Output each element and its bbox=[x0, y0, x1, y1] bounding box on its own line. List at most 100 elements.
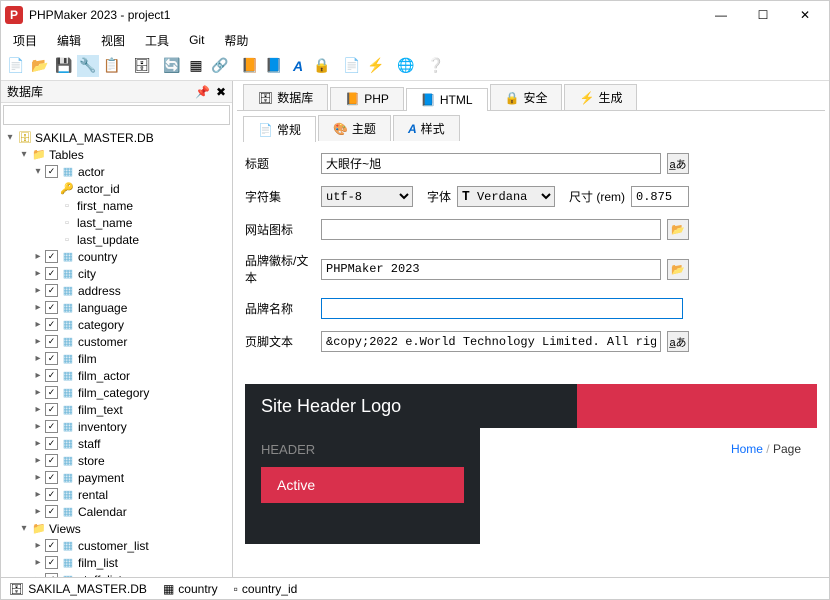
tab-generate[interactable]: ⚡ 生成 bbox=[564, 84, 637, 110]
footer-field[interactable] bbox=[321, 331, 661, 352]
link-icon[interactable]: 🔗 bbox=[209, 55, 231, 77]
menu-edit[interactable]: 编辑 bbox=[49, 30, 89, 51]
php-icon[interactable]: 📙 bbox=[239, 55, 261, 77]
tree-row[interactable]: ▸✓▦Calendar bbox=[1, 503, 232, 520]
titlebar: P PHPMaker 2023 - project1 — ☐ ✕ bbox=[1, 1, 829, 29]
charset-label: 字符集 bbox=[245, 188, 315, 205]
tree-row[interactable]: ▸✓▦film_list bbox=[1, 554, 232, 571]
tree-row[interactable]: ▸✓▦film_category bbox=[1, 384, 232, 401]
footer-translate-button[interactable]: a̲あ bbox=[667, 331, 689, 352]
new-icon[interactable]: 📄 bbox=[5, 55, 27, 77]
tab-database[interactable]: 🗄 数据库 bbox=[243, 84, 328, 110]
menu-project[interactable]: 项目 bbox=[5, 30, 45, 51]
brand-browse-button[interactable]: 📂 bbox=[667, 259, 689, 280]
tree-row[interactable]: ▸✓▦staff bbox=[1, 435, 232, 452]
tree-row[interactable]: ▸✓▦inventory bbox=[1, 418, 232, 435]
toolbar: 📄 📂 💾 🔧 📋 🗄 🔄 ▦ 🔗 📙 📘 A 🔒 📄 ⚡ 🌐 ❔ bbox=[1, 51, 829, 81]
preview-active: Active bbox=[261, 467, 464, 503]
menu-help[interactable]: 帮助 bbox=[216, 30, 256, 51]
preview-page: Page bbox=[773, 442, 801, 456]
favicon-label: 网站图标 bbox=[245, 221, 315, 238]
subtab-style[interactable]: A 样式 bbox=[393, 115, 460, 141]
tree-row[interactable]: ▸✓▦film_text bbox=[1, 401, 232, 418]
footer-label: 页脚文本 bbox=[245, 333, 315, 350]
subtab-general[interactable]: 📄 常规 bbox=[243, 116, 316, 142]
brand-name-field[interactable] bbox=[321, 298, 683, 319]
tree-row[interactable]: ▾📁Tables bbox=[1, 146, 232, 163]
sub-tabs: 📄 常规 🎨 主题 A 样式 bbox=[237, 115, 825, 141]
tree-row[interactable]: 🔑actor_id bbox=[1, 180, 232, 197]
tab-security[interactable]: 🔒 安全 bbox=[490, 84, 563, 110]
db-icon[interactable]: 🗄 bbox=[131, 55, 153, 77]
app-icon: P bbox=[5, 6, 23, 24]
style-icon[interactable]: A bbox=[287, 55, 309, 77]
translate-button[interactable]: a̲あ bbox=[667, 153, 689, 174]
help-icon[interactable]: ❔ bbox=[425, 55, 447, 77]
code-icon[interactable]: 📘 bbox=[263, 55, 285, 77]
favicon-field[interactable] bbox=[321, 219, 661, 240]
tool-icon[interactable]: 🔧 bbox=[77, 55, 99, 77]
table-icon[interactable]: ▦ bbox=[185, 55, 207, 77]
tree-row[interactable]: ▸✓▦address bbox=[1, 282, 232, 299]
subtab-theme[interactable]: 🎨 主题 bbox=[318, 115, 391, 141]
menu-view[interactable]: 视图 bbox=[93, 30, 133, 51]
tree-row[interactable]: ▾🗄SAKILA_MASTER.DB bbox=[1, 129, 232, 146]
sidebar-title: 数据库 bbox=[7, 83, 195, 100]
font-select[interactable]: 𝐓 Verdana bbox=[457, 186, 555, 207]
open-icon[interactable]: 📂 bbox=[29, 55, 51, 77]
tree-row[interactable]: ▸✓▦customer bbox=[1, 333, 232, 350]
tree-row[interactable]: ▫last_name bbox=[1, 214, 232, 231]
sidebar-header: 数据库 📌 ✖ bbox=[1, 81, 232, 103]
status-table: ▦ country bbox=[163, 582, 218, 596]
tree-row[interactable]: ▾📁Views bbox=[1, 520, 232, 537]
tree-row[interactable]: ▸✓▦payment bbox=[1, 469, 232, 486]
tree-row[interactable]: ▫first_name bbox=[1, 197, 232, 214]
tree-row[interactable]: ▸✓▦customer_list bbox=[1, 537, 232, 554]
lock-icon[interactable]: 🔒 bbox=[311, 55, 333, 77]
pin-icon[interactable]: 📌 bbox=[195, 85, 210, 99]
menu-git[interactable]: Git bbox=[181, 31, 212, 49]
menu-tools[interactable]: 工具 bbox=[137, 30, 177, 51]
tree-row[interactable]: ▸✓▦country bbox=[1, 248, 232, 265]
brand-logo-field[interactable] bbox=[321, 259, 661, 280]
doc-icon[interactable]: 📄 bbox=[341, 55, 363, 77]
html-form: 标题 a̲あ 字符集 utf-8 字体 𝐓 Verdana 尺寸 (rem) 网… bbox=[237, 141, 825, 376]
title-field[interactable] bbox=[321, 153, 661, 174]
close-panel-icon[interactable]: ✖ bbox=[216, 85, 226, 99]
tree-row[interactable]: ▸✓▦film_actor bbox=[1, 367, 232, 384]
size-label: 尺寸 (rem) bbox=[569, 188, 625, 205]
search-input[interactable] bbox=[3, 105, 230, 125]
gen-icon[interactable]: ⚡ bbox=[365, 55, 387, 77]
tree-row[interactable]: ▸✓▦rental bbox=[1, 486, 232, 503]
tree-row[interactable]: ▸✓▦category bbox=[1, 316, 232, 333]
tree-row[interactable]: ▸✓▦store bbox=[1, 452, 232, 469]
status-col: ▫ country_id bbox=[234, 582, 298, 596]
tab-html[interactable]: 📘 HTML bbox=[406, 88, 488, 111]
size-field[interactable] bbox=[631, 186, 689, 207]
browse-icon[interactable]: 🌐 bbox=[395, 55, 417, 77]
save-icon[interactable]: 💾 bbox=[53, 55, 75, 77]
preview-home-link: Home bbox=[731, 442, 763, 456]
copy-icon[interactable]: 📋 bbox=[101, 55, 123, 77]
preview-logo: Site Header Logo bbox=[245, 384, 817, 428]
tree-row[interactable]: ▫last_update bbox=[1, 231, 232, 248]
sync-icon[interactable]: 🔄 bbox=[161, 55, 183, 77]
statusbar: 🗄 SAKILA_MASTER.DB ▦ country ▫ country_i… bbox=[1, 577, 829, 599]
menubar: 项目 编辑 视图 工具 Git 帮助 bbox=[1, 29, 829, 51]
favicon-browse-button[interactable]: 📂 bbox=[667, 219, 689, 240]
status-db: 🗄 SAKILA_MASTER.DB bbox=[9, 582, 147, 596]
tree-row[interactable]: ▸✓▦city bbox=[1, 265, 232, 282]
close-button[interactable]: ✕ bbox=[793, 8, 817, 22]
charset-select[interactable]: utf-8 bbox=[321, 186, 413, 207]
tab-php[interactable]: 📙 PHP bbox=[330, 87, 404, 110]
tree-row[interactable]: ▸✓▦language bbox=[1, 299, 232, 316]
theme-preview: Site Header Logo HEADER Active Home / Pa… bbox=[245, 384, 817, 544]
tree-row[interactable]: ▸✓▦film bbox=[1, 350, 232, 367]
db-tree[interactable]: ▾🗄SAKILA_MASTER.DB▾📁Tables▾✓▦actor🔑actor… bbox=[1, 127, 232, 577]
brand-logo-label: 品牌徽标/文本 bbox=[245, 252, 315, 286]
font-label: 字体 bbox=[427, 188, 451, 205]
tree-row[interactable]: ▾✓▦actor bbox=[1, 163, 232, 180]
sidebar: 数据库 📌 ✖ ▾🗄SAKILA_MASTER.DB▾📁Tables▾✓▦act… bbox=[1, 81, 233, 577]
maximize-button[interactable]: ☐ bbox=[751, 8, 775, 22]
minimize-button[interactable]: — bbox=[709, 8, 733, 22]
